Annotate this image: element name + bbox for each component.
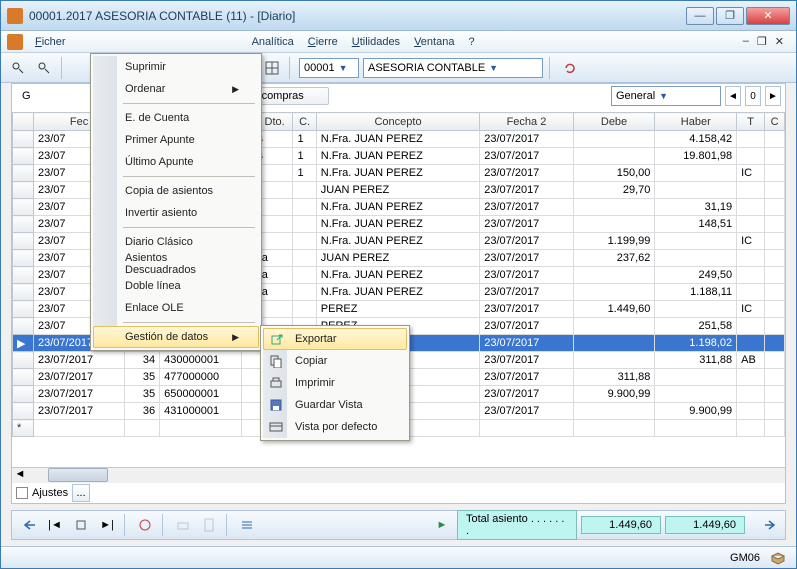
app-icon: [7, 8, 23, 24]
company-combo[interactable]: ASESORIA CONTABLE▼: [363, 58, 543, 78]
mdi-restore[interactable]: ❐: [757, 35, 767, 48]
col-header[interactable]: C: [765, 113, 785, 131]
col-header[interactable]: [13, 113, 34, 131]
ctx-gestion-exportar[interactable]: Exportar: [263, 328, 407, 350]
col-header[interactable]: C.: [293, 113, 316, 131]
status-box-icon: [770, 551, 786, 565]
menu-utilidades[interactable]: Utilidades: [346, 34, 406, 50]
ctx-copia-de-asientos[interactable]: Copia de asientos: [93, 180, 259, 202]
col-header[interactable]: Debe: [573, 113, 655, 131]
mdi-controls: – ❐ ✕: [743, 35, 790, 48]
chevron-down-icon: ▼: [339, 63, 348, 73]
adjust-row: Ajustes ...: [12, 483, 94, 503]
export-icon: [269, 331, 285, 347]
copy-icon: [268, 353, 284, 369]
col-header[interactable]: Fecha 2: [480, 113, 573, 131]
col-header[interactable]: Haber: [655, 113, 737, 131]
refresh-button[interactable]: [559, 57, 581, 79]
print-icon: [268, 375, 284, 391]
doc-icon: [7, 34, 23, 50]
chevron-down-icon: ▼: [489, 63, 498, 73]
page-next[interactable]: ►: [765, 86, 781, 106]
maximize-button[interactable]: ❐: [716, 7, 744, 25]
ctx-invertir-asiento[interactable]: Invertir asiento: [93, 202, 259, 224]
titlebar: 00001.2017 ASESORIA CONTABLE (11) - [Dia…: [1, 1, 796, 31]
ctx-enlace-ole[interactable]: Enlace OLE: [93, 297, 259, 319]
menubar: FFichericher Analítica Cierre Utilidades…: [1, 31, 796, 53]
ctx-gestión-de-datos[interactable]: Gestión de datos▶: [93, 326, 259, 348]
ctx-gestion-copiar[interactable]: Copiar: [263, 350, 407, 372]
window-title: 00001.2017 ASESORIA CONTABLE (11) - [Dia…: [29, 9, 686, 23]
ctx-suprimir[interactable]: Suprimir: [93, 56, 259, 78]
col-header[interactable]: T: [737, 113, 765, 131]
foot-prev-button[interactable]: [70, 514, 92, 536]
table-button[interactable]: [261, 57, 283, 79]
ctx-e.-de-cuenta[interactable]: E. de Cuenta: [93, 107, 259, 129]
menu-analitica[interactable]: Analítica: [246, 34, 300, 50]
view-icon: [268, 419, 284, 435]
foot-print-button[interactable]: [172, 514, 194, 536]
ctx-gestion-imprimir[interactable]: Imprimir: [263, 372, 407, 394]
minimize-button[interactable]: —: [686, 7, 714, 25]
close-button[interactable]: ✕: [746, 7, 790, 25]
foot-arrow-button[interactable]: ►: [431, 514, 453, 536]
foot-doc-button[interactable]: [198, 514, 220, 536]
foot-next-button[interactable]: [757, 514, 779, 536]
context-submenu-gestion: ExportarCopiarImprimirGuardar VistaVista…: [260, 325, 410, 441]
menu-ficheros[interactable]: FFichericher: [29, 34, 72, 50]
menu-cierre[interactable]: Cierre: [302, 34, 344, 50]
ctx-diario-clásico[interactable]: Diario Clásico: [93, 231, 259, 253]
mdi-close[interactable]: ✕: [775, 35, 784, 48]
chevron-down-icon: ▼: [659, 91, 668, 101]
menu-help[interactable]: ?: [462, 34, 480, 50]
page-prev[interactable]: ◄: [725, 86, 741, 106]
view-combo[interactable]: General▼: [611, 86, 721, 106]
ctx-gestion-vista-por-defecto[interactable]: Vista por defecto: [263, 416, 407, 438]
adjust-checkbox[interactable]: [16, 487, 28, 499]
find-button[interactable]: [7, 57, 29, 79]
context-menu: SuprimirOrdenar▶ E. de CuentaPrimer Apunt…: [90, 53, 262, 351]
scroll-thumb[interactable]: [48, 468, 108, 482]
foot-list-button[interactable]: [236, 514, 258, 536]
ctx-asientos-descuadrados[interactable]: Asientos Descuadrados: [93, 253, 259, 275]
horizontal-scrollbar[interactable]: ◄: [12, 467, 785, 483]
menu-ventana[interactable]: Ventana: [408, 34, 460, 50]
mdi-minimize[interactable]: –: [743, 35, 749, 48]
adjust-label: Ajustes: [32, 487, 68, 499]
foot-last-button[interactable]: ►|: [96, 514, 118, 536]
status-user: GM06: [730, 552, 760, 564]
chevron-right-icon: ▶: [232, 84, 239, 95]
statusbar: GM06: [1, 546, 796, 568]
ctx-ordenar[interactable]: Ordenar▶: [93, 78, 259, 100]
total-haber: 1.449,60: [665, 516, 745, 534]
foot-first-button[interactable]: |◄: [44, 514, 66, 536]
chevron-right-icon: ▶: [232, 332, 239, 343]
footer-bar: |◄ ►| ► Total asiento . . . . . . . 1.44…: [11, 510, 786, 540]
save-icon: [268, 397, 284, 413]
code-combo[interactable]: 00001▼: [299, 58, 359, 78]
find2-button[interactable]: [33, 57, 55, 79]
ctx-primer-apunte[interactable]: Primer Apunte: [93, 129, 259, 151]
foot-ref-button[interactable]: [134, 514, 156, 536]
col-header[interactable]: Concepto: [316, 113, 479, 131]
ctx-último-apunte[interactable]: Último Apunte: [93, 151, 259, 173]
total-debe: 1.449,60: [581, 516, 661, 534]
app-window: 00001.2017 ASESORIA CONTABLE (11) - [Dia…: [0, 0, 797, 569]
total-label: Total asiento . . . . . . .: [457, 510, 577, 540]
adjust-button[interactable]: ...: [72, 484, 90, 502]
ctx-doble-línea[interactable]: Doble línea: [93, 275, 259, 297]
page-number[interactable]: 0: [745, 86, 761, 106]
foot-back-button[interactable]: [18, 514, 40, 536]
tab-g[interactable]: G: [16, 88, 37, 104]
window-controls: — ❐ ✕: [686, 7, 790, 25]
ctx-gestion-guardar-vista[interactable]: Guardar Vista: [263, 394, 407, 416]
